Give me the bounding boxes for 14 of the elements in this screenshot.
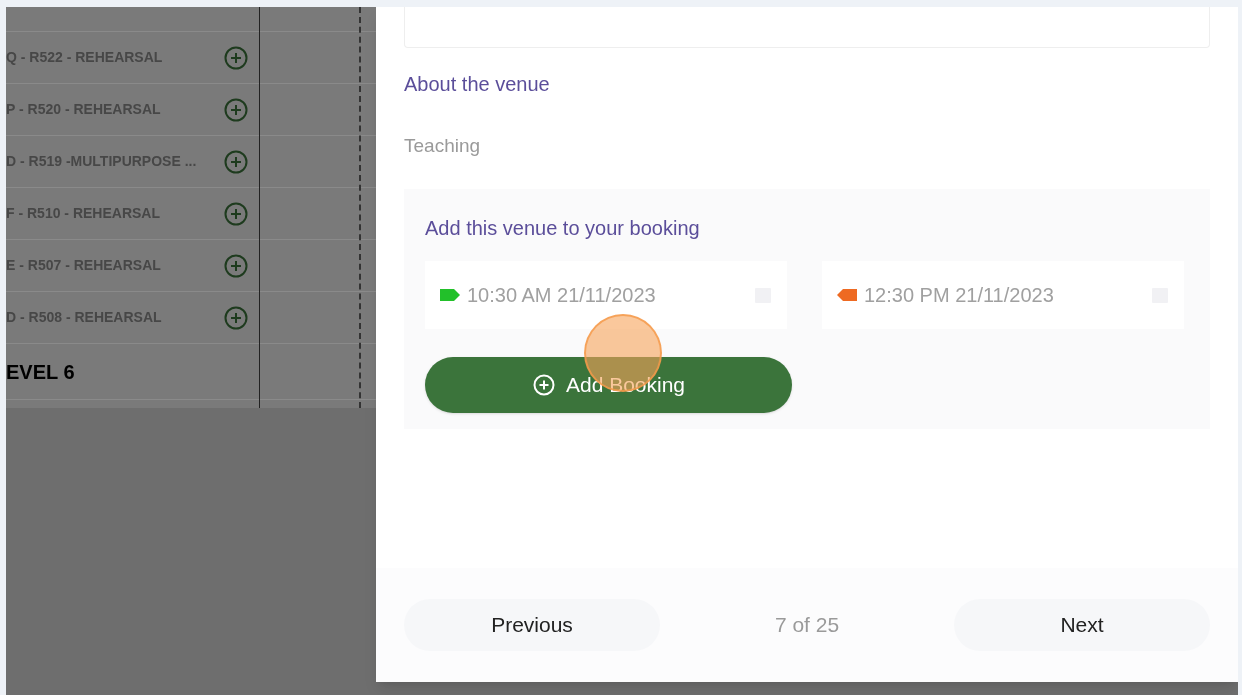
previous-button[interactable]: Previous xyxy=(404,599,660,651)
add-icon[interactable] xyxy=(224,97,248,122)
next-button[interactable]: Next xyxy=(954,599,1210,651)
add-icon[interactable] xyxy=(224,45,248,70)
add-icon[interactable] xyxy=(224,201,248,226)
plus-circle-icon xyxy=(531,372,556,397)
booking-title: Add this venue to your booking xyxy=(425,215,700,241)
add-icon[interactable] xyxy=(224,149,248,174)
add-icon[interactable] xyxy=(224,305,248,330)
page-indicator: 7 of 25 xyxy=(774,612,840,639)
venue-description: Teaching xyxy=(404,134,481,158)
level-heading: EVEL 6 xyxy=(6,359,75,385)
section-heading: About the venue xyxy=(404,72,550,97)
add-icon[interactable] xyxy=(224,253,248,278)
